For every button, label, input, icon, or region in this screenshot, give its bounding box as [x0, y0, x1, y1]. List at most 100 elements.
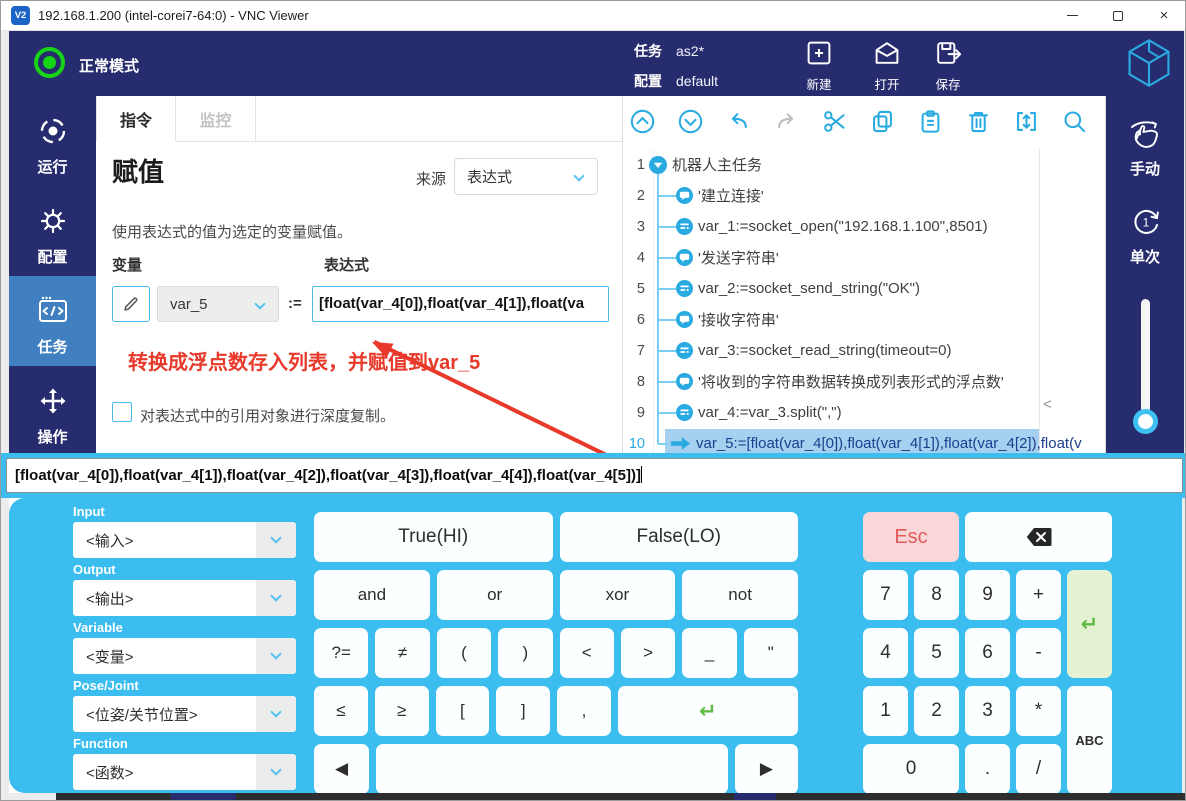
- delete-icon[interactable]: [965, 108, 992, 135]
- minimize-button[interactable]: [1049, 1, 1095, 31]
- tree-row[interactable]: 3 var_1:=socket_open("192.168.1.100",850…: [623, 211, 1105, 242]
- speed-slider-knob[interactable]: [1133, 409, 1158, 434]
- key-minus[interactable]: -: [1016, 628, 1061, 678]
- tree-row[interactable]: 2 '建立连接': [623, 180, 1105, 211]
- tree-row-selected[interactable]: 10 var_5:=[float(var_4[0]),float(var_4[1…: [623, 428, 1105, 453]
- key-enter[interactable]: ↵: [618, 686, 798, 736]
- key-cursor-left[interactable]: ◀: [314, 744, 369, 794]
- key-eq[interactable]: ?=: [314, 628, 368, 678]
- key-cursor-right[interactable]: ▶: [735, 744, 798, 794]
- replace-icon[interactable]: [1013, 108, 1040, 135]
- key-9[interactable]: 9: [965, 570, 1010, 620]
- save-task-button[interactable]: 保存: [916, 38, 980, 93]
- rename-variable-button[interactable]: [112, 286, 150, 322]
- key-4[interactable]: 4: [863, 628, 908, 678]
- key-or[interactable]: or: [437, 570, 553, 620]
- tree-row[interactable]: 4 '发送字符串': [623, 242, 1105, 273]
- tree-connector: [658, 226, 676, 228]
- key-8[interactable]: 8: [914, 570, 959, 620]
- cut-icon[interactable]: [821, 108, 848, 135]
- redo-icon[interactable]: [773, 108, 800, 135]
- key-ge[interactable]: ≥: [375, 686, 429, 736]
- key-and[interactable]: and: [314, 570, 430, 620]
- key-neq[interactable]: ≠: [375, 628, 429, 678]
- tree-row[interactable]: 6 '接收字符串': [623, 304, 1105, 335]
- deep-copy-checkbox[interactable]: [112, 402, 132, 422]
- key-star[interactable]: *: [1016, 686, 1061, 736]
- window-controls: ×: [1049, 1, 1186, 31]
- key-backspace[interactable]: [965, 512, 1112, 562]
- collapse-all-icon[interactable]: [629, 108, 656, 135]
- close-button[interactable]: ×: [1141, 1, 1186, 31]
- key-3[interactable]: 3: [965, 686, 1010, 736]
- key-space[interactable]: [376, 744, 728, 794]
- source-select-value: 表达式: [467, 166, 512, 187]
- input-selector[interactable]: <输入>: [73, 522, 296, 558]
- tree-row[interactable]: 8 '将收到的字符串数据转换成列表形式的浮点数': [623, 366, 1105, 397]
- variable-selector[interactable]: <变量>: [73, 638, 296, 674]
- function-selector[interactable]: <函数>: [73, 754, 296, 790]
- key-esc[interactable]: Esc: [863, 512, 959, 562]
- key-plus[interactable]: +: [1016, 570, 1061, 620]
- key-abc-toggle[interactable]: ABC: [1067, 686, 1112, 794]
- tree-row[interactable]: 7 var_3:=socket_read_string(timeout=0): [623, 335, 1105, 366]
- tree-row[interactable]: 1 机器人主任务: [623, 149, 1105, 180]
- key-true[interactable]: True(HI): [314, 512, 553, 562]
- key-lt[interactable]: <: [560, 628, 614, 678]
- single-cycle-icon[interactable]: 1: [1129, 204, 1163, 240]
- key-numpad-enter[interactable]: ↵: [1067, 570, 1112, 678]
- nav-item-run[interactable]: 运行: [9, 96, 96, 186]
- key-quote[interactable]: ": [744, 628, 798, 678]
- assign-icon: [676, 342, 693, 359]
- pose-selector[interactable]: <位姿/关节位置>: [73, 696, 296, 732]
- expression-preview-field[interactable]: [float(var_4[0]),float(var_4[1]),float(v…: [312, 286, 609, 322]
- new-task-button[interactable]: 新建: [787, 38, 851, 93]
- key-xor[interactable]: xor: [560, 570, 676, 620]
- hand-manual-icon[interactable]: [1128, 120, 1164, 154]
- undo-icon[interactable]: [725, 108, 752, 135]
- paste-icon[interactable]: [917, 108, 944, 135]
- source-select[interactable]: 表达式: [454, 158, 598, 195]
- key-gt[interactable]: >: [621, 628, 675, 678]
- nav-item-operate[interactable]: 操作: [9, 366, 96, 453]
- chevron-down-icon: [270, 764, 281, 775]
- chevron-down-icon: [270, 532, 281, 543]
- key-5[interactable]: 5: [914, 628, 959, 678]
- variable-select[interactable]: var_5: [157, 286, 279, 322]
- nav-item-task[interactable]: 任务: [9, 276, 96, 366]
- key-1[interactable]: 1: [863, 686, 908, 736]
- key-dot[interactable]: .: [965, 744, 1010, 794]
- open-task-button[interactable]: 打开: [855, 38, 919, 93]
- panel-collapse-handle[interactable]: <: [1043, 396, 1052, 413]
- key-rbracket[interactable]: ]: [496, 686, 550, 736]
- tab-instruction[interactable]: 指令: [96, 96, 176, 142]
- key-false[interactable]: False(LO): [560, 512, 799, 562]
- key-lbracket[interactable]: [: [436, 686, 490, 736]
- task-root-icon[interactable]: [649, 156, 667, 174]
- expression-input[interactable]: [float(var_4[0]),float(var_4[1]),float(v…: [6, 458, 1183, 493]
- bottom-bar-remnant-navy: [171, 793, 236, 801]
- nav-item-config[interactable]: 配置: [9, 186, 96, 276]
- key-lparen[interactable]: (: [437, 628, 491, 678]
- tree-row[interactable]: 5 var_2:=socket_send_string("OK"): [623, 273, 1105, 304]
- close-icon: ×: [1160, 8, 1169, 23]
- key-slash[interactable]: /: [1016, 744, 1061, 794]
- tree-row-text: '将收到的字符串数据转换成列表形式的浮点数': [698, 371, 1004, 392]
- key-7[interactable]: 7: [863, 570, 908, 620]
- key-0[interactable]: 0: [863, 744, 959, 794]
- key-6[interactable]: 6: [965, 628, 1010, 678]
- tree-row[interactable]: 9 var_4:=var_3.split(","): [623, 397, 1105, 428]
- speed-slider-track[interactable]: [1141, 299, 1150, 413]
- key-le[interactable]: ≤: [314, 686, 368, 736]
- expand-all-icon[interactable]: [677, 108, 704, 135]
- tab-monitor[interactable]: 监控: [176, 96, 256, 142]
- key-comma[interactable]: ,: [557, 686, 611, 736]
- key-2[interactable]: 2: [914, 686, 959, 736]
- output-selector[interactable]: <输出>: [73, 580, 296, 616]
- key-not[interactable]: not: [682, 570, 798, 620]
- maximize-button[interactable]: [1095, 1, 1141, 31]
- search-icon[interactable]: [1061, 108, 1088, 135]
- key-underscore[interactable]: _: [682, 628, 736, 678]
- copy-icon[interactable]: [869, 108, 896, 135]
- key-rparen[interactable]: ): [498, 628, 552, 678]
